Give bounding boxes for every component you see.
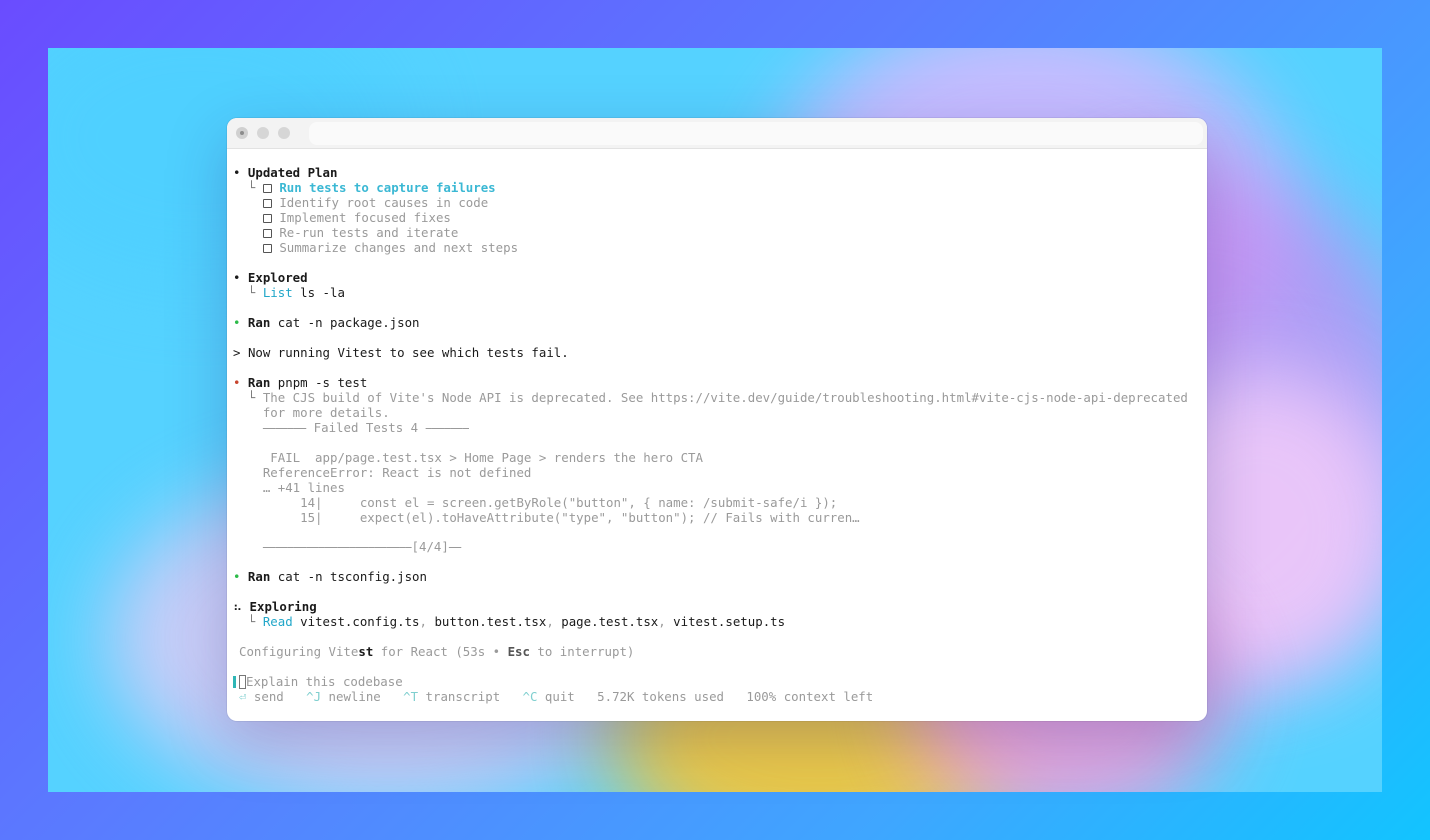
tree-branch-icon: └ — [233, 390, 263, 405]
output-line: ⎯⎯⎯⎯⎯⎯⎯⎯⎯⎯⎯⎯⎯⎯⎯⎯⎯⎯⎯⎯⎯⎯⎯⎯[4/4]⎯⎯ — [233, 539, 461, 554]
output-text: for more details. — [262, 405, 390, 420]
terminal-window: • Updated Plan └ Run tests to capture fa… — [227, 118, 1207, 721]
output-line: for more details. — [233, 405, 390, 420]
plan-item: Re-run tests and iterate — [233, 225, 458, 240]
output-line: FAIL app/page.test.tsx > Home Page > ren… — [233, 450, 703, 465]
agent-message: > Now running Vitest to see which tests … — [233, 345, 569, 360]
composer-input[interactable]: Explain this codebase — [246, 674, 403, 689]
plan-item-label: Run tests to capture failures — [279, 180, 496, 195]
file-name: button.test.tsx — [434, 614, 547, 629]
zoom-button[interactable] — [278, 127, 290, 139]
tree-branch-icon: └ — [233, 614, 263, 629]
input-marker-icon — [233, 676, 236, 688]
minimize-button[interactable] — [257, 127, 269, 139]
context-remaining: 100% context left — [746, 689, 874, 704]
output-line: └ The CJS build of Vite's Node API is de… — [233, 390, 1188, 405]
plan-item-label: Re-run tests and iterate — [279, 225, 459, 240]
ran-entry: • Ran cat -n tsconfig.json — [233, 569, 427, 584]
checkbox-icon — [262, 184, 272, 193]
status-text: to interrupt) — [529, 644, 635, 659]
ran-command: cat -n package.json — [277, 315, 420, 330]
output-line: ⎯⎯⎯⎯⎯⎯⎯ Failed Tests 4 ⎯⎯⎯⎯⎯⎯⎯ — [233, 420, 469, 435]
plan-item: Implement focused fixes — [233, 210, 451, 225]
text-cursor — [239, 675, 246, 689]
spinner-icon: ⠦ — [233, 599, 250, 614]
plan-header: • Updated Plan — [233, 165, 337, 180]
file-name: vitest.config.ts — [300, 614, 420, 629]
ran-entry: • Ran pnpm -s test — [233, 375, 367, 390]
error-message: ReferenceError: React is not defined — [262, 465, 532, 480]
tree-branch-icon: └ — [233, 180, 263, 195]
explored-header: • Explored — [233, 270, 308, 285]
ran-label: Ran — [247, 375, 271, 390]
success-dot-icon: • — [233, 569, 248, 584]
checkbox-icon — [262, 214, 272, 223]
checkbox-icon — [262, 199, 272, 208]
checkbox-icon — [262, 244, 272, 253]
tab-bar[interactable] — [309, 122, 1203, 145]
newline-hint: newline — [321, 689, 381, 704]
ran-command: pnpm -s test — [277, 375, 368, 390]
output-line: 15| expect(el).toHaveAttribute("type", "… — [233, 510, 860, 525]
code-line: 14| const el = screen.getByRole("button"… — [262, 495, 838, 510]
exploring-item: └ Read vitest.config.ts, button.test.tsx… — [233, 614, 786, 629]
code-line: 15| expect(el).toHaveAttribute("type", "… — [262, 510, 860, 525]
explored-arg: ls -la — [300, 285, 345, 300]
newline-key: ^J — [306, 689, 322, 704]
interrupt-key: Esc — [507, 644, 530, 659]
output-line: 14| const el = screen.getByRole("button"… — [233, 495, 837, 510]
quit-key: ^C — [522, 689, 538, 704]
send-hint: send — [246, 689, 284, 704]
ran-command: cat -n tsconfig.json — [277, 569, 427, 584]
explored-title: Explored — [247, 270, 308, 285]
prompt-glyph: > — [233, 345, 241, 360]
status-highlight: st — [358, 644, 374, 659]
composer[interactable]: Explain this codebase — [233, 674, 403, 689]
explored-item: └ List ls -la — [233, 285, 345, 300]
tree-branch-icon: └ — [233, 285, 263, 300]
plan-item: Summarize changes and next steps — [233, 240, 518, 255]
status-text: for React (53s • — [373, 644, 508, 659]
shortcut-footer: ⏎ send ^J newline ^T transcript ^C quit … — [239, 689, 873, 704]
quit-hint: quit — [537, 689, 575, 704]
plan-item: Identify root causes in code — [233, 195, 488, 210]
token-count: 5.72K tokens used — [597, 689, 724, 704]
exploring-header: ⠦ Exploring — [233, 599, 317, 614]
success-dot-icon: • — [233, 315, 248, 330]
failed-tests-divider: ⎯⎯⎯⎯⎯⎯⎯ Failed Tests 4 ⎯⎯⎯⎯⎯⎯⎯ — [262, 420, 469, 435]
plan-item-label: Identify root causes in code — [279, 195, 489, 210]
exploring-action: Read — [262, 614, 293, 629]
bullet-icon: • — [233, 270, 248, 285]
transcript-key: ^T — [403, 689, 419, 704]
plan-item-label: Implement focused fixes — [279, 210, 451, 225]
plan-title: Updated Plan — [247, 165, 338, 180]
exploring-title: Exploring — [249, 599, 317, 614]
truncated-lines[interactable]: … +41 lines — [263, 480, 345, 495]
failure-dot-icon: • — [233, 375, 248, 390]
explored-action: List — [262, 285, 293, 300]
plan-item-label: Summarize changes and next steps — [279, 240, 519, 255]
checkbox-icon — [262, 229, 272, 238]
ran-label: Ran — [247, 569, 271, 584]
output-text: The CJS build of Vite's Node API is depr… — [262, 390, 1188, 405]
output-line: … +41 lines — [233, 480, 345, 495]
fail-summary: FAIL app/page.test.tsx > Home Page > ren… — [262, 450, 703, 465]
progress-divider: ⎯⎯⎯⎯⎯⎯⎯⎯⎯⎯⎯⎯⎯⎯⎯⎯⎯⎯⎯⎯⎯⎯⎯⎯[4/4]⎯⎯ — [262, 539, 462, 554]
file-name: vitest.setup.ts — [673, 614, 786, 629]
status-line: Configuring Vitest for React (53s • Esc … — [239, 644, 634, 659]
status-text: Configuring Vite — [239, 644, 359, 659]
ran-entry: • Ran cat -n package.json — [233, 315, 420, 330]
title-bar — [227, 118, 1207, 149]
bullet-icon: • — [233, 165, 248, 180]
ran-label: Ran — [247, 315, 271, 330]
terminal-output: • Updated Plan └ Run tests to capture fa… — [227, 149, 1207, 721]
agent-message-text: Now running Vitest to see which tests fa… — [247, 345, 569, 360]
plan-item: └ Run tests to capture failures — [233, 180, 496, 195]
close-button[interactable] — [236, 127, 248, 139]
output-line: ReferenceError: React is not defined — [233, 465, 532, 480]
file-name: page.test.tsx — [561, 614, 659, 629]
transcript-hint: transcript — [418, 689, 501, 704]
